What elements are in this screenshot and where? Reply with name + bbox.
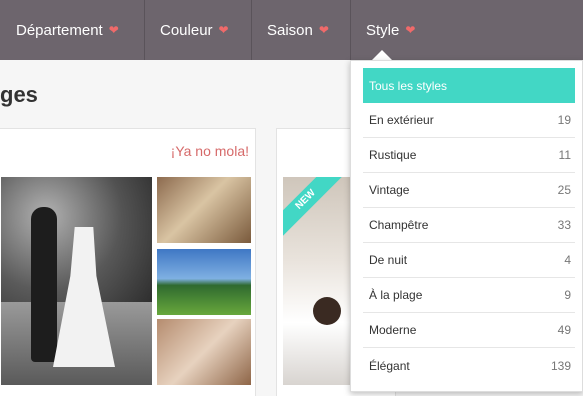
dropdown-item-a-la-plage[interactable]: À la plage 9 — [363, 278, 575, 313]
new-badge: NEW — [283, 177, 345, 239]
interior-photo[interactable] — [157, 177, 251, 243]
nav-item-saison[interactable]: Saison ❤ — [251, 0, 350, 60]
dropdown-item-label: Tous les styles — [369, 78, 448, 93]
nav-item-couleur[interactable]: Couleur ❤ — [144, 0, 251, 60]
top-nav: Département ❤ Couleur ❤ Saison ❤ Style ❤ — [0, 0, 583, 60]
garden-photo[interactable] — [157, 249, 251, 315]
dropdown-item-count: 139 — [550, 358, 571, 373]
dropdown-item-label: De nuit — [369, 253, 408, 267]
dropdown-item-count: 11 — [558, 148, 571, 162]
groom-figure — [31, 207, 57, 362]
dropdown-item-label: En extérieur — [369, 113, 434, 127]
dropdown-item-count: 25 — [557, 183, 571, 197]
style-dropdown: Tous les styles En extérieur 19 Rustique… — [350, 60, 583, 392]
dropdown-item-vintage[interactable]: Vintage 25 — [363, 173, 575, 208]
dropdown-item-count: 4 — [564, 253, 571, 267]
dropdown-item-en-exterieur[interactable]: En extérieur 19 — [363, 103, 575, 138]
dining-room-photo[interactable] — [157, 319, 251, 385]
dropdown-item-elegant[interactable]: Élégant 139 — [363, 348, 575, 383]
dropdown-item-label: Élégant — [369, 358, 410, 373]
dislike-link[interactable]: ¡Ya no mola! — [171, 143, 249, 159]
dropdown-item-label: Vintage — [369, 183, 410, 197]
nav-item-label: Département — [16, 21, 103, 39]
dropdown-item-label: À la plage — [369, 288, 423, 302]
venue-card[interactable]: ¡Ya no mola! — [0, 128, 256, 396]
heart-icon: ❤ — [318, 23, 329, 37]
dropdown-item-count: 49 — [557, 323, 571, 337]
dropdown-item-label: Champêtre — [369, 218, 429, 232]
dropdown-item-label: Rustique — [369, 148, 417, 162]
nav-item-label: Couleur — [160, 21, 213, 39]
dropdown-item-label: Moderne — [369, 323, 417, 337]
dropdown-item-count: 19 — [557, 113, 571, 127]
dropdown-item-de-nuit[interactable]: De nuit 4 — [363, 243, 575, 278]
dropdown-item-moderne[interactable]: Moderne 49 — [363, 313, 575, 348]
heart-icon: ❤ — [405, 23, 416, 37]
heart-icon: ❤ — [218, 23, 229, 37]
page-title: ges — [0, 82, 38, 107]
dropdown-caret — [372, 50, 392, 60]
nav-item-label: Saison — [267, 21, 313, 39]
nav-item-departement[interactable]: Département ❤ — [0, 0, 144, 60]
bride-figure — [53, 227, 115, 367]
person-figure — [313, 297, 341, 325]
wedding-couple-photo[interactable] — [1, 177, 152, 385]
dropdown-item-count: 33 — [557, 218, 571, 232]
dropdown-item-count: 9 — [564, 288, 571, 302]
dropdown-item-all-styles[interactable]: Tous les styles — [363, 68, 575, 103]
heart-icon: ❤ — [108, 23, 119, 37]
nav-item-label: Style — [366, 21, 400, 39]
dropdown-item-champetre[interactable]: Champêtre 33 — [363, 208, 575, 243]
dropdown-item-rustique[interactable]: Rustique 11 — [363, 138, 575, 173]
